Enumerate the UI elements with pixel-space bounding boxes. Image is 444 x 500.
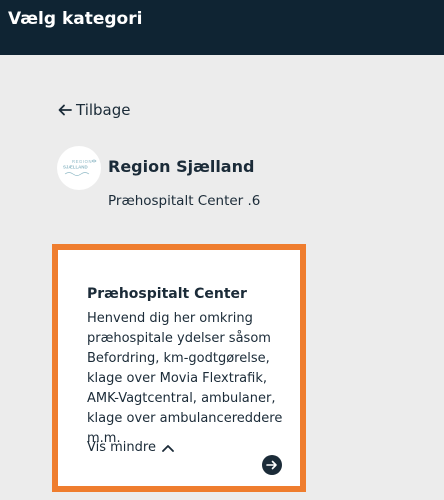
organization-name: Region Sjælland [108, 157, 255, 176]
category-card[interactable]: Præhospitalt Center Henvend dig her omkr… [52, 244, 306, 492]
organization-subtitle: Præhospitalt Center .6 [108, 193, 261, 209]
show-less-label: Vis mindre [87, 440, 156, 455]
svg-text:SJÆLLAND: SJÆLLAND [63, 165, 88, 170]
category-description: Henvend dig her omkring præhospitale yde… [87, 311, 283, 446]
back-link[interactable]: Tilbage [58, 101, 131, 119]
arrow-right-icon [266, 460, 277, 470]
svg-text:REGION: REGION [72, 159, 92, 164]
chevron-up-icon [162, 444, 174, 452]
top-bar: Vælg kategori [0, 0, 444, 55]
back-link-label: Tilbage [76, 101, 131, 119]
arrow-left-icon [58, 104, 72, 116]
region-logo-graphic: REGION SJÆLLAND [63, 159, 97, 176]
region-logo: REGION SJÆLLAND [57, 146, 101, 190]
show-less-toggle[interactable]: Vis mindre [87, 440, 174, 455]
category-title: Præhospitalt Center [87, 286, 247, 302]
go-to-category-button[interactable] [262, 455, 282, 475]
page-title: Vælg kategori [8, 9, 143, 29]
